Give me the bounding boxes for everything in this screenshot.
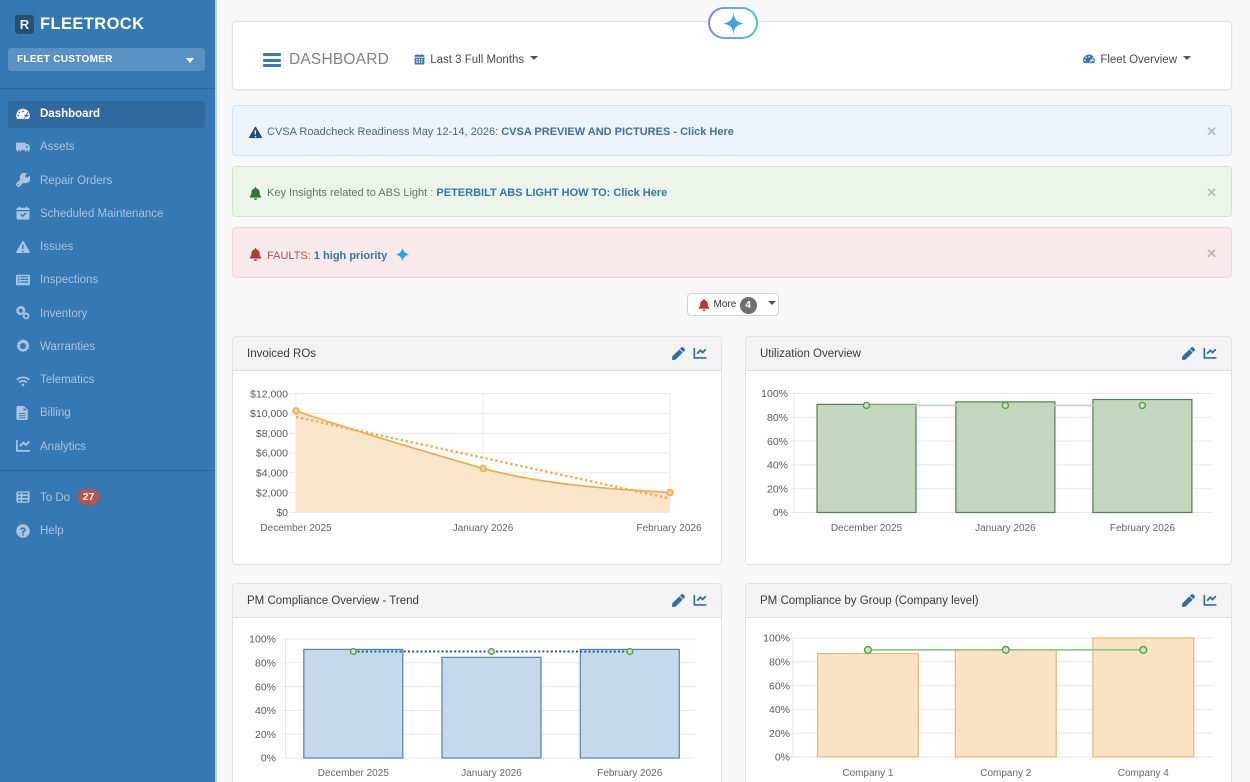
svg-text:$10,000: $10,000 xyxy=(250,408,288,420)
svg-text:100%: 100% xyxy=(249,634,276,646)
svg-text:40%: 40% xyxy=(767,460,788,472)
svg-text:100%: 100% xyxy=(763,633,790,645)
svg-text:80%: 80% xyxy=(255,658,276,670)
svg-text:$6,000: $6,000 xyxy=(256,448,288,460)
svg-text:20%: 20% xyxy=(767,483,788,495)
svg-text:40%: 40% xyxy=(255,705,276,717)
svg-text:0%: 0% xyxy=(261,753,276,765)
svg-text:$0: $0 xyxy=(276,507,288,519)
svg-text:0%: 0% xyxy=(773,507,788,519)
svg-text:$4,000: $4,000 xyxy=(256,468,288,480)
svg-text:20%: 20% xyxy=(769,728,790,740)
svg-text:February 2026: February 2026 xyxy=(597,768,662,779)
svg-text:0%: 0% xyxy=(775,752,790,764)
svg-text:60%: 60% xyxy=(767,436,788,448)
svg-text:February 2026: February 2026 xyxy=(1110,523,1175,534)
svg-text:Company 1: Company 1 xyxy=(842,768,894,779)
svg-text:Company 2: Company 2 xyxy=(980,768,1032,779)
svg-text:December 2025: December 2025 xyxy=(831,523,903,534)
svg-text:40%: 40% xyxy=(769,704,790,716)
svg-text:60%: 60% xyxy=(769,680,790,692)
svg-text:January 2026: January 2026 xyxy=(461,768,522,779)
svg-text:February 2026: February 2026 xyxy=(636,523,701,534)
svg-text:January 2026: January 2026 xyxy=(453,523,514,534)
svg-text:100%: 100% xyxy=(761,388,788,400)
svg-text:January 2026: January 2026 xyxy=(975,523,1036,534)
svg-text:$12,000: $12,000 xyxy=(250,388,288,400)
svg-text:Company 4: Company 4 xyxy=(1118,768,1170,779)
svg-text:20%: 20% xyxy=(255,729,276,741)
svg-text:80%: 80% xyxy=(769,657,790,669)
svg-text:60%: 60% xyxy=(255,681,276,693)
svg-text:December 2025: December 2025 xyxy=(318,768,390,779)
svg-text:80%: 80% xyxy=(767,412,788,424)
svg-text:$8,000: $8,000 xyxy=(256,428,288,440)
svg-text:$2,000: $2,000 xyxy=(256,487,288,499)
svg-text:December 2025: December 2025 xyxy=(260,523,332,534)
